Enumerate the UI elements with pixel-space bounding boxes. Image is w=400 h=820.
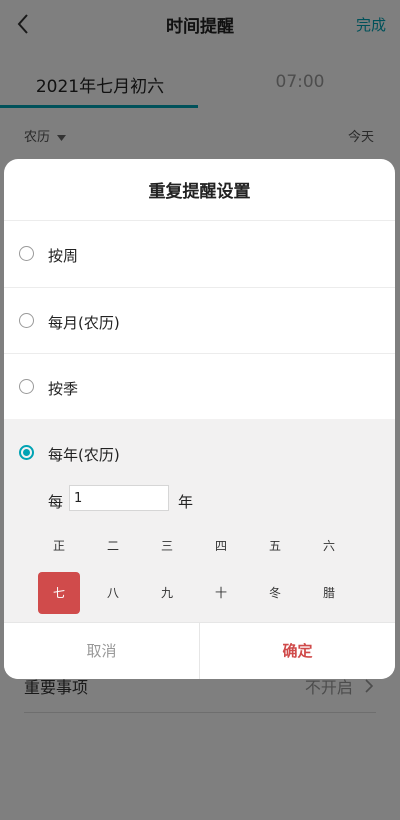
radio-icon — [19, 246, 34, 261]
month-6[interactable]: 六 — [308, 525, 350, 567]
radio-icon — [19, 313, 34, 328]
dialog-title: 重复提醒设置 — [148, 182, 251, 202]
dialog-footer: 取消 确定 — [4, 622, 395, 679]
month-9[interactable]: 九 — [146, 572, 188, 614]
radio-checked-icon — [19, 445, 34, 460]
month-5[interactable]: 五 — [254, 525, 296, 567]
month-3[interactable]: 三 — [146, 525, 188, 567]
interval-input[interactable] — [69, 485, 169, 511]
month-10[interactable]: 十 — [200, 572, 242, 614]
radio-icon — [19, 379, 34, 394]
option-label: 每年(农历) — [48, 446, 120, 464]
cancel-button[interactable]: 取消 — [4, 623, 199, 679]
repeat-reminder-dialog: 重复提醒设置 按周 每月(农历) 按季 每年(农历) 每 年 正 二 三 四 五… — [4, 159, 395, 679]
option-label: 每月(农历) — [48, 314, 120, 332]
month-12[interactable]: 腊 — [308, 572, 350, 614]
every-label: 每 — [48, 493, 64, 511]
option-label: 按季 — [48, 380, 79, 398]
year-unit-label: 年 — [178, 493, 194, 511]
option-yearly-lunar[interactable]: 每年(农历) — [4, 420, 395, 486]
option-weekly[interactable]: 按周 — [4, 221, 395, 287]
month-2[interactable]: 二 — [92, 525, 134, 567]
option-monthly-lunar[interactable]: 每月(农历) — [4, 288, 395, 354]
month-1[interactable]: 正 — [38, 525, 80, 567]
month-4[interactable]: 四 — [200, 525, 242, 567]
option-label: 按周 — [48, 247, 79, 265]
month-8[interactable]: 八 — [92, 572, 134, 614]
confirm-button[interactable]: 确定 — [200, 623, 395, 679]
option-quarterly[interactable]: 按季 — [4, 354, 395, 420]
month-11[interactable]: 冬 — [254, 572, 296, 614]
month-7-selected[interactable]: 七 — [38, 572, 80, 614]
